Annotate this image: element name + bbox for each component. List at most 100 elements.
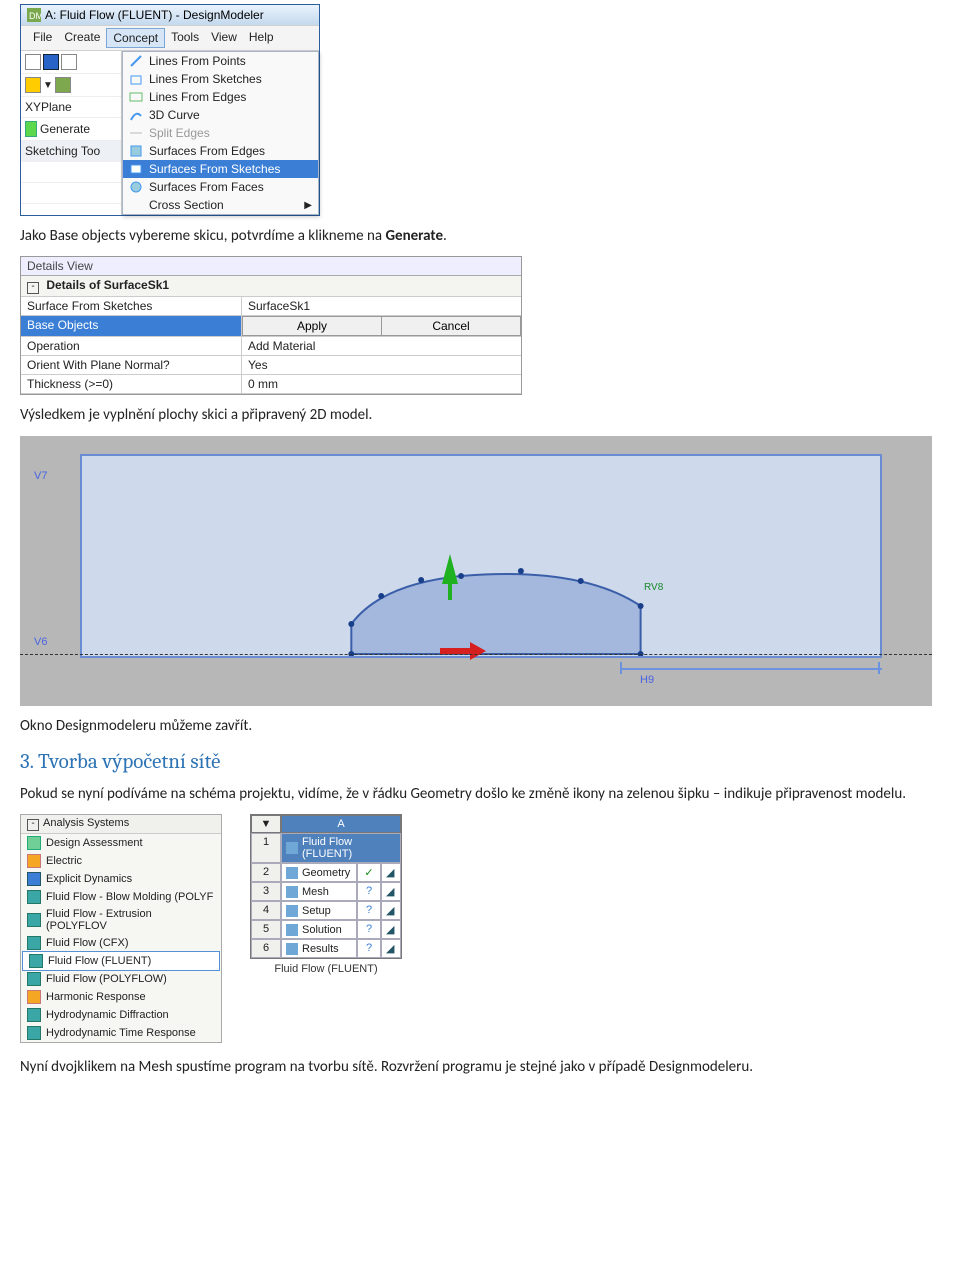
tree-header[interactable]: -Analysis Systems: [21, 815, 221, 834]
menu-3d-curve[interactable]: 3D Curve: [123, 106, 318, 124]
cancel-button[interactable]: Cancel: [381, 316, 521, 336]
menu-help[interactable]: Help: [243, 28, 280, 48]
x-axis-arrow-icon: [440, 642, 486, 660]
table-row[interactable]: 5Solution?◢: [251, 920, 401, 939]
tree-item[interactable]: Fluid Flow - Extrusion (POLYFLOV: [21, 906, 221, 934]
window-title: A: Fluid Flow (FLUENT) - DesignModeler: [45, 8, 264, 22]
apply-button[interactable]: Apply: [242, 316, 381, 336]
tree-item-label: Fluid Flow (POLYFLOW): [46, 973, 167, 985]
menu-split-edges: Split Edges: [123, 124, 318, 142]
tree-item-label: Hydrodynamic Time Response: [46, 1027, 196, 1039]
detail-value[interactable]: 0 mm: [242, 375, 521, 393]
row-name: Solution: [281, 920, 357, 939]
row-status: ?: [357, 901, 381, 920]
detail-value[interactable]: SurfaceSk1: [242, 297, 521, 315]
paragraph: Okno Designmodeleru můžeme zavřít.: [20, 716, 940, 736]
system-icon: [27, 936, 41, 950]
section-heading: 3. Tvorba výpočetní sítě: [20, 750, 940, 774]
menu-view[interactable]: View: [205, 28, 243, 48]
tree-item-label: Fluid Flow - Extrusion (POLYFLOV: [46, 908, 215, 932]
analysis-systems-tree: -Analysis Systems Design Assessment Elect…: [20, 814, 222, 1043]
menu-file[interactable]: File: [27, 28, 58, 48]
detail-row: Orient With Plane Normal? Yes: [21, 356, 521, 375]
label-rv: RV8: [644, 582, 663, 593]
arrow-icon[interactable]: [55, 77, 71, 93]
sketch-svg: [82, 456, 880, 656]
menu-lines-from-sketches[interactable]: Lines From Sketches: [123, 70, 318, 88]
row-name: Mesh: [281, 882, 357, 901]
tree-item[interactable]: Explicit Dynamics: [21, 870, 221, 888]
new-icon[interactable]: [25, 54, 41, 70]
menu-lines-from-points[interactable]: Lines From Points: [123, 52, 318, 70]
row-status: ?: [357, 882, 381, 901]
row-name: Results: [281, 939, 357, 958]
paragraph: Pokud se nyní podíváme na schéma projekt…: [20, 784, 940, 804]
label-v7: V7: [34, 470, 47, 482]
tree-item-label: Hydrodynamic Diffraction: [46, 1009, 169, 1021]
col-a: A: [281, 815, 401, 833]
row-corner: ◢: [381, 882, 401, 901]
empty-row: [21, 183, 121, 204]
project-table: ▼ A 1Fluid Flow (FLUENT)2Geometry✓◢3Mesh…: [250, 814, 402, 959]
row-status: ?: [357, 920, 381, 939]
detail-key: Base Objects: [21, 316, 242, 336]
tree-item[interactable]: Fluid Flow (CFX): [21, 934, 221, 952]
row-index: 6: [251, 939, 281, 958]
tree-item[interactable]: Fluid Flow - Blow Molding (POLYF: [21, 888, 221, 906]
menu-surfaces-from-faces[interactable]: Surfaces From Faces: [123, 178, 318, 196]
cell-icon: [286, 867, 298, 879]
tree-item[interactable]: Design Assessment: [21, 834, 221, 852]
table-row[interactable]: 1Fluid Flow (FLUENT): [251, 833, 401, 863]
details-panel: Details View - Details of SurfaceSk1 Sur…: [20, 256, 522, 395]
tree-item[interactable]: Electric: [21, 852, 221, 870]
row-corner: ◢: [381, 901, 401, 920]
menu-surfaces-from-edges[interactable]: Surfaces From Edges: [123, 142, 318, 160]
cell-icon: [286, 842, 298, 854]
label-v6: V6: [34, 636, 47, 648]
detail-key: Operation: [21, 337, 242, 355]
sketching-label: Sketching Too: [25, 144, 100, 158]
sketching-toolbar[interactable]: Sketching Too: [21, 141, 121, 162]
tree-item[interactable]: Hydrodynamic Time Response: [21, 1024, 221, 1042]
detail-key: Thickness (>=0): [21, 375, 242, 393]
cell-icon: [286, 886, 298, 898]
menu-tools[interactable]: Tools: [165, 28, 205, 48]
menu-cross-section[interactable]: Cross Section▶: [123, 196, 318, 214]
row-status: ✓: [357, 863, 381, 882]
dimension-line: [620, 668, 882, 670]
detail-row: Thickness (>=0) 0 mm: [21, 375, 521, 394]
generate-button[interactable]: Generate: [21, 118, 121, 141]
tree-item-label: Design Assessment: [46, 837, 143, 849]
detail-value[interactable]: Yes: [242, 356, 521, 374]
table-row[interactable]: 2Geometry✓◢: [251, 863, 401, 882]
horiz-dashed-line: [20, 654, 932, 655]
tree-item[interactable]: Fluid Flow (POLYFLOW): [21, 970, 221, 988]
plane-selector[interactable]: XYPlane: [21, 97, 121, 118]
menu-lines-from-edges[interactable]: Lines From Edges: [123, 88, 318, 106]
tree-item-label: Fluid Flow (FLUENT): [48, 955, 151, 967]
table-row[interactable]: 4Setup?◢: [251, 901, 401, 920]
tree-item-label: Harmonic Response: [46, 991, 146, 1003]
menu-surfaces-from-sketches[interactable]: Surfaces From Sketches: [123, 160, 318, 178]
menubar: File Create Concept Tools View Help: [21, 25, 319, 51]
row-name: Geometry: [281, 863, 357, 882]
tree-item[interactable]: Hydrodynamic Diffraction: [21, 1006, 221, 1024]
tree-item[interactable]: Fluid Flow (FLUENT): [22, 951, 220, 971]
system-icon: [27, 972, 41, 986]
collapse-icon[interactable]: -: [27, 282, 39, 294]
detail-row: Surface From Sketches SurfaceSk1: [21, 297, 521, 316]
tree-item[interactable]: Harmonic Response: [21, 988, 221, 1006]
row-corner: ◢: [381, 939, 401, 958]
table-row[interactable]: 6Results?◢: [251, 939, 401, 958]
pause-icon[interactable]: [25, 77, 41, 93]
save-icon[interactable]: [43, 54, 59, 70]
table-row[interactable]: 3Mesh?◢: [251, 882, 401, 901]
open-icon[interactable]: [61, 54, 77, 70]
dim-tick: [620, 662, 622, 674]
window-titlebar: DM A: Fluid Flow (FLUENT) - DesignModele…: [21, 5, 319, 25]
menu-create[interactable]: Create: [58, 28, 106, 48]
concept-dropdown: Lines From Points Lines From Sketches Li…: [122, 51, 319, 215]
detail-value[interactable]: Add Material: [242, 337, 521, 355]
detail-row-base-objects: Base Objects Apply Cancel: [21, 316, 521, 337]
menu-concept[interactable]: Concept: [106, 28, 165, 48]
